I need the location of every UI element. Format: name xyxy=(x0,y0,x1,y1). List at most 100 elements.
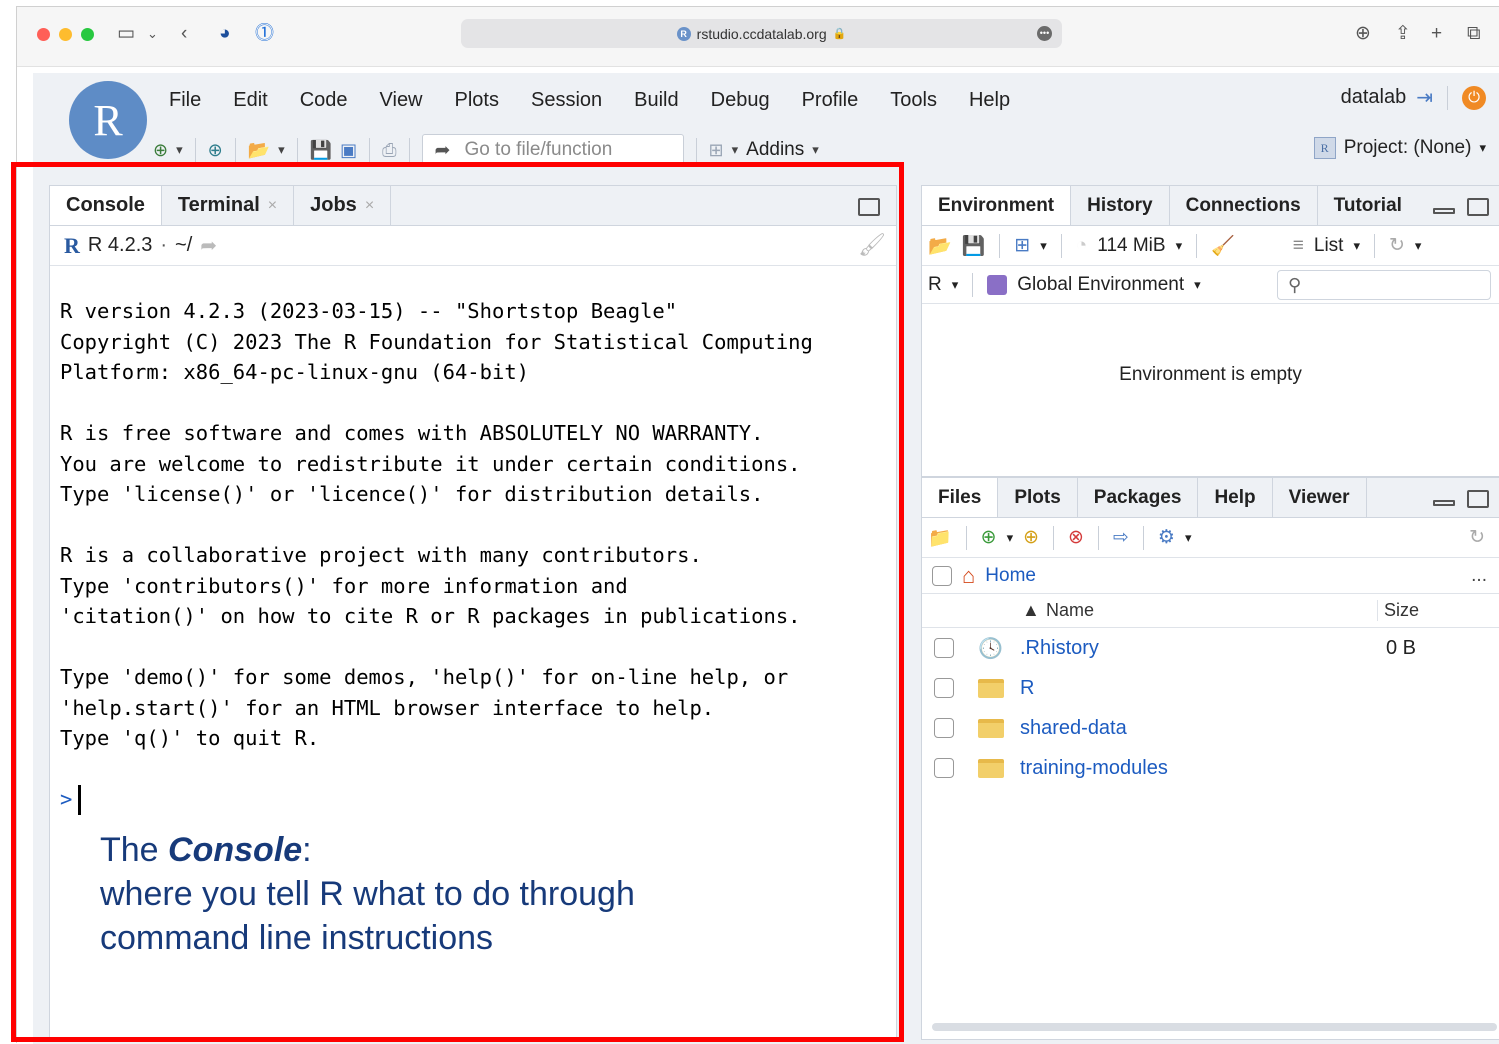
more-options-icon[interactable]: ... xyxy=(1471,565,1487,587)
chevron-down-icon[interactable]: ▾ xyxy=(1415,238,1422,254)
table-row[interactable]: 🕓 .Rhistory 0 B xyxy=(922,628,1499,668)
menu-session[interactable]: Session xyxy=(515,85,618,115)
menu-view[interactable]: View xyxy=(364,85,439,115)
menu-file[interactable]: File xyxy=(153,85,217,115)
chevron-down-icon[interactable]: ▾ xyxy=(812,135,819,165)
new-tab-icon[interactable]: + xyxy=(1431,21,1442,47)
console-input-line[interactable]: > xyxy=(60,784,896,815)
chevron-down-icon[interactable]: ▾ xyxy=(1176,238,1183,254)
chevron-down-icon[interactable]: ▾ xyxy=(1040,238,1047,254)
sort-ascending-icon[interactable]: ▲ xyxy=(1022,600,1040,621)
chevron-down-icon[interactable]: ▾ xyxy=(952,277,959,293)
horizontal-scrollbar[interactable] xyxy=(932,1023,1497,1031)
chevron-down-icon[interactable]: ▾ xyxy=(1194,277,1201,293)
language-select[interactable]: R xyxy=(928,274,942,296)
tab-terminal[interactable]: Terminal × xyxy=(162,186,295,225)
minimize-pane-icon[interactable] xyxy=(1433,500,1455,506)
close-icon[interactable]: × xyxy=(365,197,374,215)
menu-edit[interactable]: Edit xyxy=(217,85,283,115)
sidebar-toggle-icon[interactable]: ▭ xyxy=(117,21,135,47)
upload-icon[interactable]: ⊕ xyxy=(1023,526,1039,549)
print-icon[interactable]: ⎙ xyxy=(382,135,396,165)
view-mode-select[interactable]: List xyxy=(1314,235,1344,257)
new-file-icon[interactable]: ⊕ xyxy=(153,135,168,165)
new-folder-icon[interactable]: 📁 xyxy=(928,526,952,550)
tab-connections[interactable]: Connections xyxy=(1170,186,1318,225)
menu-help[interactable]: Help xyxy=(953,85,1026,115)
menu-profile[interactable]: Profile xyxy=(786,85,875,115)
column-name-header[interactable]: Name xyxy=(1046,600,1094,621)
file-name[interactable]: .Rhistory xyxy=(1020,637,1099,660)
extension-icon[interactable]: ◕ xyxy=(219,21,230,47)
project-menu[interactable]: R Project: (None) ▾ xyxy=(1313,137,1486,159)
maximize-pane-icon[interactable] xyxy=(1467,490,1489,508)
gear-icon[interactable]: ⚙ xyxy=(1158,526,1175,549)
tab-tutorial[interactable]: Tutorial xyxy=(1318,186,1416,225)
select-all-checkbox[interactable] xyxy=(932,565,952,586)
breadcrumb-home[interactable]: Home xyxy=(985,565,1036,587)
address-bar[interactable]: R rstudio.ccdatalab.org 🔒 ••• xyxy=(461,19,1062,48)
tab-packages[interactable]: Packages xyxy=(1078,478,1199,517)
memory-usage[interactable]: 114 MiB xyxy=(1097,235,1165,257)
clear-console-icon[interactable]: 🖌 xyxy=(858,232,886,258)
table-row[interactable]: training-modules xyxy=(922,748,1499,788)
chevron-down-icon[interactable]: ⌄ xyxy=(147,21,158,47)
working-dir[interactable]: ~/ xyxy=(175,234,192,257)
back-arrow-icon[interactable]: ‹ xyxy=(181,21,187,47)
tab-help[interactable]: Help xyxy=(1198,478,1273,517)
clear-workspace-icon[interactable]: 🧹 xyxy=(1211,234,1235,258)
menu-debug[interactable]: Debug xyxy=(695,85,786,115)
environment-search-input[interactable]: ⚲ xyxy=(1277,270,1491,300)
chevron-down-icon[interactable]: ▾ xyxy=(1185,530,1192,546)
table-row[interactable]: R xyxy=(922,668,1499,708)
power-icon[interactable]: ⏻ xyxy=(1462,85,1486,110)
grid-layout-icon[interactable]: ⊞ xyxy=(709,135,724,165)
save-all-icon[interactable]: ▣ xyxy=(340,135,357,165)
maximize-pane-icon[interactable] xyxy=(1467,198,1489,216)
rename-icon[interactable]: ⇨ xyxy=(1113,526,1129,549)
tab-plots[interactable]: Plots xyxy=(998,478,1078,517)
new-project-icon[interactable]: ⊕ xyxy=(208,135,223,165)
row-checkbox[interactable] xyxy=(934,758,954,778)
table-row[interactable]: shared-data xyxy=(922,708,1499,748)
tab-viewer[interactable]: Viewer xyxy=(1273,478,1367,517)
menu-plots[interactable]: Plots xyxy=(439,85,515,115)
row-checkbox[interactable] xyxy=(934,638,954,658)
addins-menu[interactable]: Addins xyxy=(746,139,804,161)
console-output[interactable]: R version 4.2.3 (2023-03-15) -- "Shortst… xyxy=(50,266,896,815)
page-menu-icon[interactable]: ••• xyxy=(1037,26,1052,41)
open-file-icon[interactable]: 📂 xyxy=(248,135,270,165)
refresh-icon[interactable]: ↻ xyxy=(1389,234,1405,257)
tab-environment[interactable]: Environment xyxy=(922,186,1072,225)
save-workspace-icon[interactable]: 💾 xyxy=(962,234,986,258)
home-icon[interactable]: ⌂ xyxy=(962,563,975,589)
close-icon[interactable]: × xyxy=(268,197,277,215)
minimize-window-button[interactable] xyxy=(59,28,72,41)
chevron-down-icon[interactable]: ▾ xyxy=(1007,530,1014,546)
restore-pane-icon[interactable] xyxy=(858,198,880,216)
tab-overview-icon[interactable]: ⧉ xyxy=(1467,21,1481,47)
share-icon[interactable]: ⇪ xyxy=(1395,21,1411,47)
tab-jobs[interactable]: Jobs × xyxy=(294,186,392,225)
row-checkbox[interactable] xyxy=(934,718,954,738)
menu-build[interactable]: Build xyxy=(618,85,694,115)
menu-tools[interactable]: Tools xyxy=(874,85,953,115)
tab-console[interactable]: Console xyxy=(50,186,162,225)
new-blank-file-icon[interactable]: ⊕ xyxy=(981,526,997,549)
load-workspace-icon[interactable]: 📂 xyxy=(928,234,952,258)
chevron-down-icon[interactable]: ▾ xyxy=(176,135,183,165)
zoom-window-button[interactable] xyxy=(81,28,94,41)
password-manager-icon[interactable]: ⓵ xyxy=(255,21,274,47)
row-checkbox[interactable] xyxy=(934,678,954,698)
file-name[interactable]: training-modules xyxy=(1020,757,1168,780)
scope-select[interactable]: Global Environment xyxy=(1017,274,1184,296)
tab-files[interactable]: Files xyxy=(922,478,999,517)
close-window-button[interactable] xyxy=(37,28,50,41)
file-name[interactable]: R xyxy=(1020,677,1034,700)
minimize-pane-icon[interactable] xyxy=(1433,208,1455,214)
column-size-header[interactable]: Size xyxy=(1377,600,1419,621)
save-icon[interactable]: 💾 xyxy=(310,135,332,165)
tab-history[interactable]: History xyxy=(1071,186,1170,225)
refresh-icon[interactable]: ↻ xyxy=(1469,526,1485,549)
goto-dir-icon[interactable]: ➦ xyxy=(200,233,217,258)
